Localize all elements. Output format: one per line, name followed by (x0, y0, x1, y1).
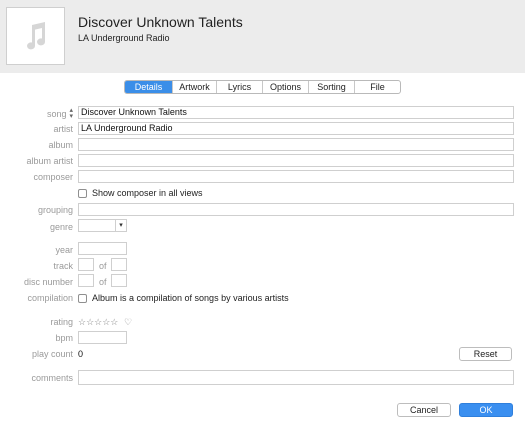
tab-options[interactable]: Options (262, 81, 308, 93)
header: Discover Unknown Talents LA Underground … (0, 0, 525, 73)
compilation-label: compilation (27, 293, 73, 303)
album-label: album (48, 140, 73, 150)
disc-of-label: of (99, 277, 107, 287)
song-label: song (46, 109, 67, 119)
tab-file[interactable]: File (354, 81, 400, 93)
bpm-field[interactable] (78, 331, 127, 344)
play-count-label: play count (31, 349, 73, 359)
tab-lyrics[interactable]: Lyrics (216, 81, 262, 93)
track-field[interactable] (78, 258, 94, 271)
song-label-group[interactable]: song ▴ ▾ (46, 107, 73, 120)
rating-label: rating (50, 317, 73, 327)
bpm-label: bpm (55, 333, 73, 343)
compilation-checkbox-label: Album is a compilation of songs by vario… (92, 293, 289, 303)
artwork-placeholder[interactable] (6, 7, 65, 65)
tab-details[interactable]: Details (125, 81, 172, 93)
comments-label: comments (31, 373, 73, 383)
tab-sorting[interactable]: Sorting (308, 81, 354, 93)
play-count-value: 0 (78, 349, 84, 359)
disc-number-label: disc number (23, 277, 73, 287)
grouping-label: grouping (37, 205, 73, 215)
disc-total-field[interactable] (111, 274, 127, 287)
cancel-button[interactable]: Cancel (397, 403, 451, 417)
ok-button[interactable]: OK (459, 403, 513, 417)
track-title: Discover Unknown Talents (78, 14, 243, 30)
music-note-icon (26, 22, 45, 50)
composer-label: composer (33, 172, 73, 182)
track-of-label: of (99, 261, 107, 271)
comments-field[interactable] (78, 370, 514, 385)
genre-label: genre (49, 222, 73, 232)
year-label: year (55, 245, 73, 255)
track-label: track (53, 261, 73, 271)
disc-number-field[interactable] (78, 274, 94, 287)
compilation-checkbox[interactable] (78, 293, 87, 303)
grouping-field[interactable] (78, 203, 514, 216)
album-artist-label: album artist (26, 156, 73, 166)
year-field[interactable] (78, 242, 127, 255)
show-composer-row: Show composer in all views (78, 188, 203, 198)
track-artist: LA Underground Radio (78, 33, 170, 43)
chevron-down-icon: ▾ (115, 220, 126, 231)
artist-label: artist (53, 124, 73, 134)
show-composer-checkbox[interactable] (78, 188, 87, 198)
show-composer-label: Show composer in all views (92, 188, 203, 198)
track-total-field[interactable] (111, 258, 127, 271)
tab-artwork[interactable]: Artwork (172, 81, 216, 93)
reset-button[interactable]: Reset (459, 347, 512, 361)
song-field[interactable]: Discover Unknown Talents (78, 106, 514, 119)
updown-arrows-icon: ▴ ▾ (69, 107, 73, 120)
album-field[interactable] (78, 138, 514, 151)
artist-field[interactable]: LA Underground Radio (78, 122, 514, 135)
genre-select[interactable]: ▾ (78, 219, 127, 232)
heart-icon[interactable]: ♡ (124, 317, 132, 328)
tab-bar: Details Artwork Lyrics Options Sorting F… (124, 80, 401, 94)
star-rating[interactable]: ☆☆☆☆☆ (78, 317, 118, 328)
composer-field[interactable] (78, 170, 514, 183)
compilation-row: Album is a compilation of songs by vario… (78, 293, 289, 303)
album-artist-field[interactable] (78, 154, 514, 167)
